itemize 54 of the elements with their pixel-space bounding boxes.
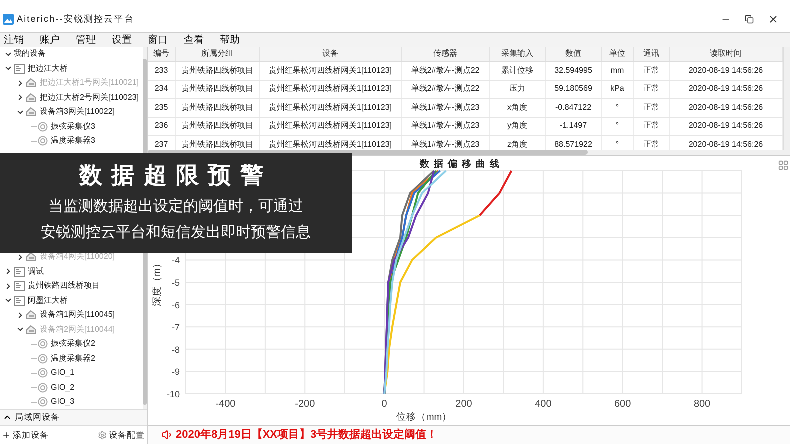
- table-cell: 压力: [490, 80, 546, 98]
- window-title: Aiterich--安锐测控云平台: [17, 12, 134, 26]
- axis-tick-label: -4: [172, 256, 180, 266]
- axis-tick-label: -7: [172, 322, 180, 333]
- axis-tick-label: -10: [166, 390, 180, 400]
- axis-tick-label: -9: [172, 367, 180, 378]
- table-cell: 贵州红果松河四线桥网关1[110123]: [260, 80, 402, 98]
- table-cell: -1.1497: [546, 118, 602, 135]
- axis-tick-label: 800: [694, 399, 711, 410]
- table-cell: 贵州铁路四线桥项目: [176, 80, 260, 98]
- axis-tick-label: 400: [535, 399, 552, 410]
- axis-tick-label: -6: [172, 300, 180, 310]
- axis-tick-label: -5: [172, 278, 180, 288]
- table-cell: 235: [148, 99, 176, 116]
- banner-text: 当监测数据超出设定的阈值时，可通过: [48, 196, 304, 216]
- table-cell: 贵州红果松河四线桥网关1[110123]: [260, 62, 402, 80]
- axis-tick-label: -400: [216, 399, 236, 410]
- table-cell: 单线1#墩左-测点23: [402, 99, 490, 116]
- table-cell: 单线2#墩左-测点22: [402, 62, 490, 80]
- banner-text: 安锐测控云平台和短信发出即时预警信息: [41, 222, 311, 242]
- table-cell: x角度: [490, 99, 546, 116]
- table-cell: 正常: [634, 80, 670, 98]
- table-cell: 59.180569: [546, 80, 602, 98]
- axis-title: 深度（m）: [152, 258, 163, 306]
- alert-message: 2020年8月19日【XX项目】3号井数据超出设定阈值！: [176, 428, 438, 443]
- axis-tick-label: 0: [382, 399, 388, 410]
- table-cell: °: [602, 99, 634, 116]
- table-cell: 单线1#墩左-测点23: [402, 118, 490, 135]
- axis-tick-label: 600: [614, 399, 632, 410]
- table-cell: 贵州铁路四线桥项目: [176, 62, 260, 80]
- table-cell: 贵州红果松河四线桥网关1[110123]: [260, 118, 402, 135]
- table-cell: 正常: [634, 62, 670, 80]
- table-cell: 234: [148, 80, 176, 98]
- table-cell: 32.594995: [546, 62, 602, 80]
- chart-title: 数据偏移曲线: [420, 159, 504, 170]
- table-cell: °: [602, 118, 634, 135]
- axis-title: 位移（mm）: [396, 412, 452, 423]
- table-cell: 正常: [634, 118, 670, 135]
- table-cell: 贵州铁路四线桥项目: [176, 99, 260, 116]
- table-cell: y角度: [490, 118, 546, 135]
- table-cell: 累计位移: [490, 62, 546, 80]
- axis-tick-label: 200: [456, 399, 472, 410]
- table-cell: 236: [148, 118, 176, 135]
- table-cell: 233: [148, 62, 176, 80]
- axis-tick-label: -200: [295, 399, 316, 410]
- axis-tick-label: -8: [172, 344, 180, 355]
- table-cell: 贵州红果松河四线桥网关1[110123]: [260, 99, 402, 116]
- table-cell: kPa: [602, 80, 634, 98]
- banner-title: 数据超限预警: [79, 164, 273, 186]
- table-cell: -0.847122: [546, 99, 602, 116]
- table-cell: mm: [602, 62, 634, 80]
- table-cell: 贵州铁路四线桥项目: [176, 118, 260, 135]
- table-cell: 正常: [634, 99, 670, 116]
- table-cell: 单线2#墩左-测点22: [402, 80, 490, 98]
